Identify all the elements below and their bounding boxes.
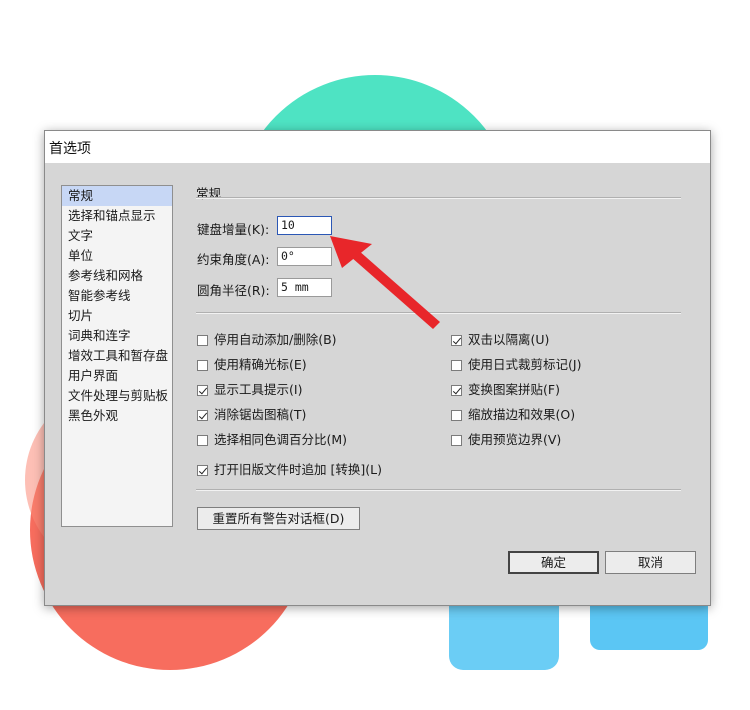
- sidebar-item-hyphenation[interactable]: 词典和连字: [62, 326, 172, 346]
- dialog-title: 首选项: [49, 141, 91, 157]
- checkbox-label: 使用精确光标(E): [214, 357, 307, 372]
- title-bar[interactable]: 首选项: [45, 131, 710, 163]
- checkbox-label: 停用自动添加/删除(B): [214, 332, 337, 347]
- sidebar-item-smart-guides[interactable]: 智能参考线: [62, 286, 172, 306]
- checkbox-checked[interactable]: [197, 465, 208, 476]
- double-click-isolate-checkbox[interactable]: 双击以隔离(U): [451, 329, 549, 348]
- sidebar-item-black-appearance[interactable]: 黑色外观: [62, 406, 172, 426]
- section-divider: [196, 197, 681, 199]
- precise-cursors-checkbox[interactable]: 使用精确光标(E): [197, 354, 307, 373]
- checkbox-checked[interactable]: [451, 385, 462, 396]
- cancel-button[interactable]: 取消: [605, 551, 696, 574]
- disable-auto-add-delete-checkbox[interactable]: 停用自动添加/删除(B): [197, 329, 337, 348]
- sidebar-item-file-clipboard[interactable]: 文件处理与剪贴板: [62, 386, 172, 406]
- checkbox-label: 使用日式裁剪标记(J): [468, 357, 582, 372]
- corner-radius-input[interactable]: 5 mm: [277, 278, 332, 297]
- checkbox-label: 打开旧版文件时追加 [转换](L): [214, 462, 382, 477]
- checkbox-label: 选择相同色调百分比(M): [214, 432, 348, 447]
- category-list: 常规 选择和锚点显示 文字 单位 参考线和网格 智能参考线 切片 词典和连字 增…: [61, 185, 173, 527]
- preferences-dialog: 首选项 常规 选择和锚点显示 文字 单位 参考线和网格 智能参考线 切片 词典和…: [44, 130, 711, 606]
- constrain-angle-label: 约束角度(A):: [197, 252, 270, 267]
- checkbox-label: 使用预览边界(V): [468, 432, 562, 447]
- checkbox-label: 显示工具提示(I): [214, 382, 303, 397]
- checkbox-checked[interactable]: [197, 410, 208, 421]
- sidebar-item-guides-grid[interactable]: 参考线和网格: [62, 266, 172, 286]
- show-tooltips-checkbox[interactable]: 显示工具提示(I): [197, 379, 302, 398]
- checkbox-label: 双击以隔离(U): [468, 332, 550, 347]
- buttons-divider: [196, 489, 681, 491]
- select-same-tint-checkbox[interactable]: 选择相同色调百分比(M): [197, 429, 347, 448]
- checkbox-checked[interactable]: [451, 335, 462, 346]
- checkbox-unchecked[interactable]: [197, 360, 208, 371]
- checkbox-label: 变换图案拼贴(F): [468, 382, 560, 397]
- options-divider: [196, 312, 681, 314]
- checkbox-label: 消除锯齿图稿(T): [214, 407, 307, 422]
- sidebar-item-type[interactable]: 文字: [62, 226, 172, 246]
- checkbox-checked[interactable]: [197, 385, 208, 396]
- checkbox-unchecked[interactable]: [451, 410, 462, 421]
- sidebar-item-user-interface[interactable]: 用户界面: [62, 366, 172, 386]
- corner-radius-label: 圆角半径(R):: [197, 283, 270, 298]
- reset-warnings-button[interactable]: 重置所有警告对话框(D): [197, 507, 360, 530]
- checkbox-unchecked[interactable]: [451, 360, 462, 371]
- sidebar-item-selection-anchor[interactable]: 选择和锚点显示: [62, 206, 172, 226]
- scale-strokes-effects-checkbox[interactable]: 缩放描边和效果(O): [451, 404, 575, 423]
- use-preview-bounds-checkbox[interactable]: 使用预览边界(V): [451, 429, 561, 448]
- checkbox-label: 缩放描边和效果(O): [468, 407, 576, 422]
- sidebar-item-plugins-scratch[interactable]: 增效工具和暂存盘: [62, 346, 172, 366]
- japanese-crop-marks-checkbox[interactable]: 使用日式裁剪标记(J): [451, 354, 581, 373]
- sidebar-item-units[interactable]: 单位: [62, 246, 172, 266]
- keyboard-increment-input[interactable]: 10: [277, 216, 332, 235]
- sidebar-item-slices[interactable]: 切片: [62, 306, 172, 326]
- sidebar-item-general[interactable]: 常规: [62, 186, 172, 206]
- checkbox-unchecked[interactable]: [197, 335, 208, 346]
- transform-pattern-tiles-checkbox[interactable]: 变换图案拼贴(F): [451, 379, 560, 398]
- checkbox-unchecked[interactable]: [197, 435, 208, 446]
- constrain-angle-input[interactable]: 0°: [277, 247, 332, 266]
- ok-button[interactable]: 确定: [508, 551, 599, 574]
- keyboard-increment-label: 键盘增量(K):: [197, 222, 270, 237]
- checkbox-unchecked[interactable]: [451, 435, 462, 446]
- section-title: 常规: [196, 186, 222, 201]
- anti-aliased-artwork-checkbox[interactable]: 消除锯齿图稿(T): [197, 404, 306, 423]
- append-converted-checkbox[interactable]: 打开旧版文件时追加 [转换](L): [197, 459, 382, 478]
